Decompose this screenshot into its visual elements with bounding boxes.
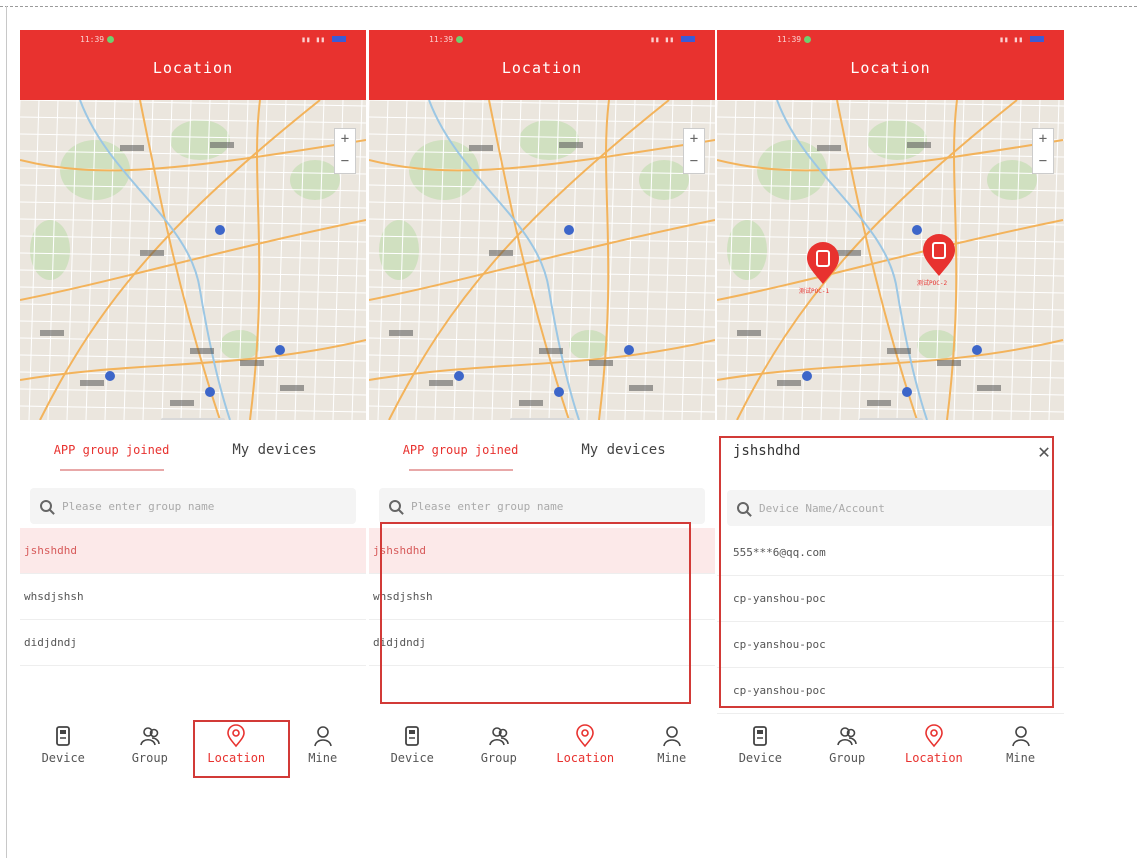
nav-label: Device [738, 751, 783, 765]
search-placeholder: Please enter group name [62, 499, 215, 513]
page-title: Location [717, 48, 1064, 100]
status-bar: 11:39 ▮▮ ▮▮ [20, 30, 366, 48]
nav-label: Group [131, 751, 168, 765]
map-marker-icon[interactable] [805, 242, 841, 286]
search-icon [40, 500, 52, 512]
nav-location[interactable]: Location [891, 716, 978, 784]
list-item[interactable]: jshshdhd [20, 528, 366, 574]
device-icon [405, 726, 420, 746]
nav-group[interactable]: Group [804, 716, 891, 784]
battery-icon [681, 36, 695, 42]
status-bar: 11:39 ▮▮ ▮▮ [369, 30, 715, 48]
status-time: 11:39 [80, 34, 105, 44]
wechat-icon [804, 35, 812, 43]
location-pin-icon [925, 724, 943, 748]
page-title: Location [20, 48, 366, 100]
sheet-drag-handle[interactable] [161, 418, 225, 420]
map-view[interactable]: + − 测试POC-1 测试POC-2 [717, 100, 1064, 420]
mine-person-icon [1011, 726, 1030, 747]
map-view[interactable]: + − [20, 100, 366, 420]
nav-label: Location [904, 751, 963, 765]
nav-label: Mine [1006, 751, 1036, 765]
search-placeholder: Please enter group name [411, 499, 564, 513]
signal-icon: ▮▮ ▮▮ [650, 35, 697, 44]
battery-icon [1030, 36, 1044, 42]
nav-group[interactable]: Group [456, 716, 543, 784]
map-marker-label: 测试POC-1 [799, 288, 830, 295]
status-bar: 11:39 ▮▮ ▮▮ [717, 30, 1064, 48]
device-icon [56, 726, 71, 746]
map-marker-label: 测试POC-2 [917, 280, 948, 287]
highlight-box-device-panel [719, 436, 1054, 708]
highlight-box-location-nav [193, 720, 290, 778]
nav-label: Device [390, 751, 434, 765]
nav-label: Group [829, 751, 866, 765]
location-pin-icon [576, 724, 595, 748]
highlight-box-group-list [380, 522, 691, 704]
nav-group[interactable]: Group [107, 716, 194, 784]
search-input[interactable]: Please enter group name [379, 488, 705, 524]
bottom-nav: Device Group Location Mine [369, 716, 715, 784]
tab-app-group-joined[interactable]: APP group joined [379, 443, 542, 471]
tab-bar: APP group joined My devices [20, 420, 366, 480]
wechat-icon [107, 35, 115, 43]
tab-my-devices[interactable]: My devices [542, 442, 705, 458]
zoom-in-icon[interactable]: + [1033, 129, 1053, 151]
signal-icon: ▮▮ ▮▮ [301, 35, 348, 44]
page-border-left [6, 6, 7, 858]
group-icon [837, 727, 857, 746]
search-icon [389, 500, 401, 512]
nav-mine[interactable]: Mine [280, 716, 367, 784]
nav-label: Group [480, 751, 517, 765]
nav-mine[interactable]: Mine [629, 716, 716, 784]
zoom-control: + − [334, 128, 356, 174]
status-time: 11:39 [429, 34, 454, 44]
phone-screen-1: 11:39 ▮▮ ▮▮ Location + − APP group joine… [20, 30, 366, 784]
nav-device[interactable]: Device [20, 716, 107, 784]
search-input[interactable]: Please enter group name [30, 488, 356, 524]
zoom-control: + − [1032, 128, 1054, 174]
nav-label: Mine [657, 751, 687, 765]
zoom-in-icon[interactable]: + [335, 129, 355, 151]
map-roads [20, 100, 366, 420]
map-view[interactable]: + − [369, 100, 715, 420]
signal-icon: ▮▮ ▮▮ [999, 35, 1046, 44]
nav-location[interactable]: Location [542, 716, 629, 784]
nav-device[interactable]: Device [369, 716, 456, 784]
sheet-drag-handle[interactable] [510, 418, 574, 420]
tab-bar: APP group joined My devices [369, 420, 715, 480]
nav-label: Device [41, 751, 85, 765]
page-title: Location [369, 48, 715, 100]
zoom-out-icon[interactable]: − [684, 151, 704, 173]
map-marker-icon[interactable] [921, 234, 957, 278]
nav-device[interactable]: Device [717, 716, 804, 784]
nav-label: Mine [308, 751, 338, 765]
group-icon [139, 727, 160, 746]
sheet-drag-handle[interactable] [858, 418, 923, 420]
battery-icon [332, 36, 346, 42]
bottom-nav: Device Group Location Mine [717, 716, 1064, 784]
zoom-out-icon[interactable]: − [335, 151, 355, 173]
tab-app-group-joined[interactable]: APP group joined [30, 443, 193, 471]
nav-mine[interactable]: Mine [977, 716, 1064, 784]
tab-my-devices[interactable]: My devices [193, 442, 356, 458]
list-item[interactable]: didjdndj [20, 620, 366, 666]
status-time: 11:39 [777, 34, 802, 44]
map-roads [717, 100, 1064, 420]
zoom-control: + − [683, 128, 705, 174]
device-icon [753, 726, 768, 746]
nav-label: Location [556, 751, 615, 765]
wechat-icon [456, 35, 464, 43]
zoom-out-icon[interactable]: − [1033, 151, 1053, 173]
group-icon [488, 727, 509, 746]
mine-person-icon [313, 726, 332, 747]
page-border-top [0, 6, 1137, 7]
zoom-in-icon[interactable]: + [684, 129, 704, 151]
map-roads [369, 100, 715, 420]
list-item[interactable]: whsdjshsh [20, 574, 366, 620]
mine-person-icon [662, 726, 681, 747]
